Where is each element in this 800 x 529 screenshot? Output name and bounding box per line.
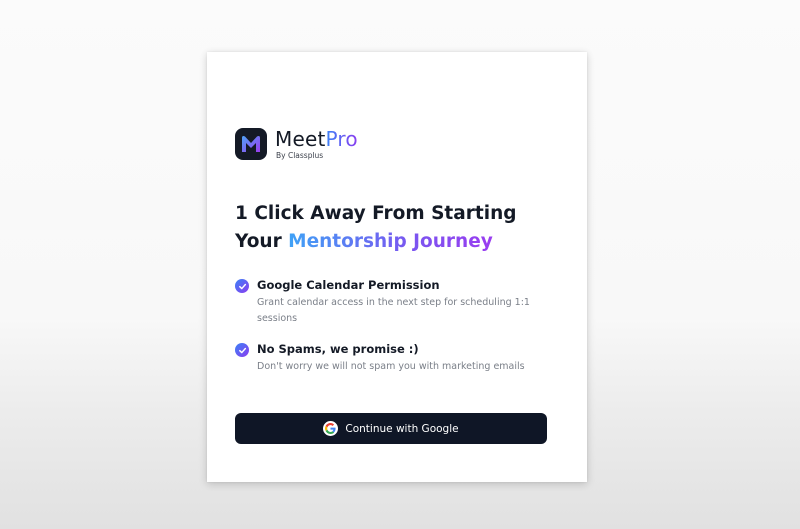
feature-description: Grant calendar access in the next step f…	[257, 297, 530, 324]
brand-byline: By Classplus	[276, 150, 324, 160]
feature-title: Google Calendar Permission	[257, 278, 440, 292]
feature-item-calendar-permission: Google Calendar Permission Grant calenda…	[235, 278, 535, 327]
check-circle-icon	[235, 279, 249, 293]
meetpro-logo-icon	[235, 128, 267, 160]
feature-title: No Spams, we promise :)	[257, 342, 419, 356]
page-headline: 1 Click Away From Starting Your Mentorsh…	[235, 200, 565, 256]
headline-line-2-highlight: Mentorship Journey	[288, 231, 493, 252]
feature-item-no-spam: No Spams, we promise :) Don't worry we w…	[235, 342, 535, 375]
signup-card: MeetPro By Classplus 1 Click Away From S…	[207, 52, 587, 482]
headline-line-1: 1 Click Away From Starting	[235, 203, 517, 224]
feature-description: Don't worry we will not spam you with ma…	[257, 361, 525, 372]
meetpro-logo: MeetPro By Classplus	[235, 128, 358, 160]
brand-name-main: Meet	[275, 126, 326, 151]
continue-with-google-label: Continue with Google	[345, 422, 459, 435]
brand-name-accent: Pro	[325, 126, 358, 151]
continue-with-google-button[interactable]: Continue with Google	[235, 413, 547, 444]
brand-name: MeetPro	[275, 129, 358, 149]
check-circle-icon	[235, 343, 249, 357]
google-icon	[323, 421, 339, 436]
headline-line-2-plain: Your	[235, 231, 289, 252]
